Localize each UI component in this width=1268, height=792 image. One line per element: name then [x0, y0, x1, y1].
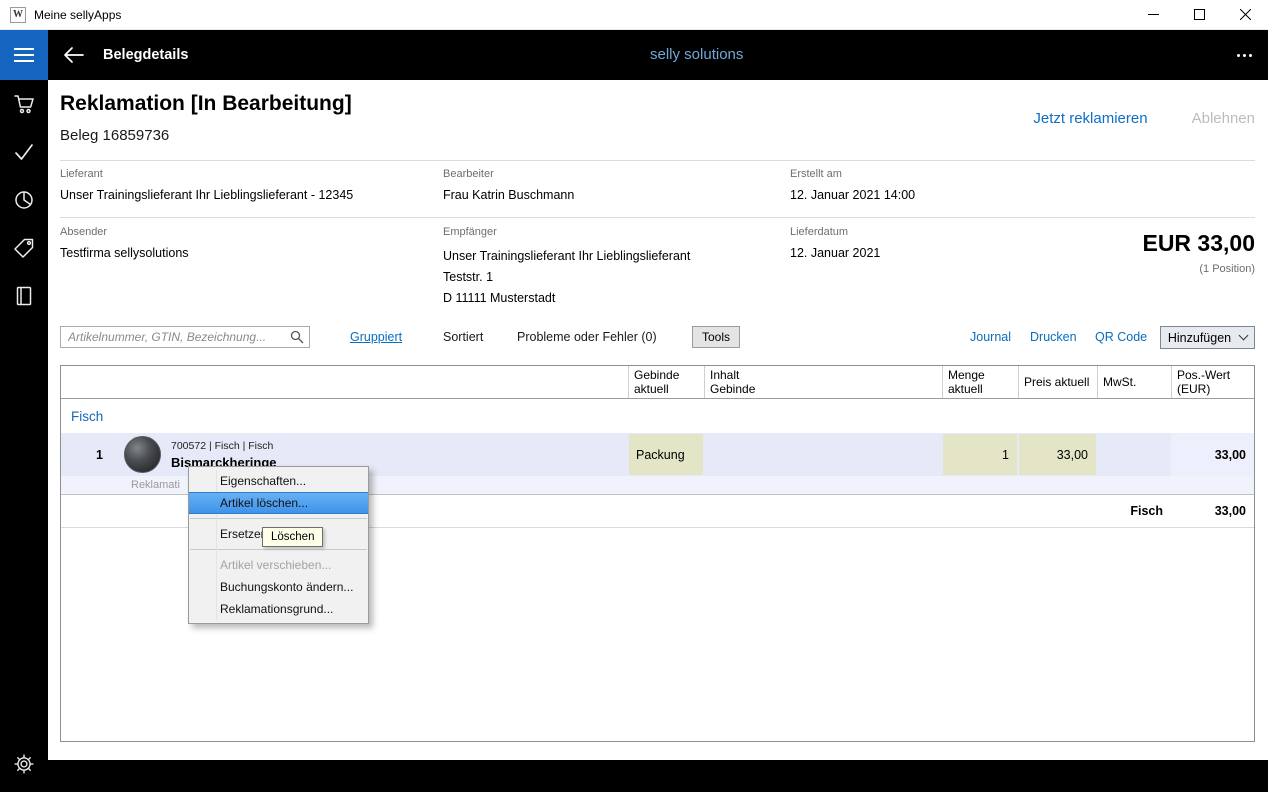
positions-toolbar: Gruppiert Sortiert Probleme oder Fehler … [60, 326, 1255, 352]
back-button[interactable] [56, 30, 90, 80]
settings-button[interactable] [0, 744, 48, 784]
summary-label: Fisch [1097, 495, 1171, 527]
check-icon [12, 140, 36, 164]
close-button[interactable] [1222, 0, 1268, 29]
menu-item-artikel-verschieben: Artikel verschieben... [189, 554, 368, 576]
hamburger-icon [14, 48, 34, 50]
reklamieren-button[interactable]: Jetzt reklamieren [1033, 110, 1147, 127]
search-icon[interactable] [290, 330, 304, 347]
more-icon [1237, 54, 1240, 57]
sidebar-item-cart[interactable] [0, 80, 48, 128]
reklamation-sub-text: Reklamati [131, 479, 180, 491]
gear-icon [13, 753, 35, 775]
search-input[interactable] [61, 327, 279, 347]
field-erstellt-am: Erstellt am 12. Januar 2021 14:00 [790, 168, 915, 202]
app-logo-icon: W [10, 7, 26, 23]
menu-item-reklamationsgrund[interactable]: Reklamationsgrund... [189, 598, 368, 620]
cart-icon [12, 92, 36, 116]
back-arrow-icon [62, 44, 84, 66]
document-number: Beleg 16859736 [60, 127, 169, 144]
cell-pos-wert: 33,00 [1171, 433, 1254, 476]
menu-separator [190, 549, 367, 550]
field-lieferdatum: Lieferdatum 12. Januar 2021 [790, 226, 880, 260]
tag-icon [12, 236, 36, 260]
col-inhalt: Inhalt Gebinde [704, 366, 942, 398]
ablehnen-button: Ablehnen [1192, 110, 1255, 127]
menu-item-buchungskonto[interactable]: Buchungskonto ändern... [189, 576, 368, 598]
brand-text: selly solutions [650, 30, 743, 80]
divider [60, 160, 1255, 161]
more-options-button[interactable] [1237, 30, 1252, 80]
col-index [61, 366, 116, 398]
article-meta: 700572 | Fisch | Fisch [171, 440, 277, 452]
window-controls [1130, 0, 1268, 29]
col-artikel [116, 366, 628, 398]
cell-gebinde[interactable]: Packung [629, 434, 703, 475]
nav-sidebar [0, 80, 48, 792]
cell-preis[interactable]: 33,00 [1019, 434, 1096, 475]
journal-link[interactable]: Journal [970, 330, 1011, 344]
gruppiert-toggle[interactable]: Gruppiert [350, 330, 402, 344]
window-title: Meine sellyApps [34, 8, 121, 22]
maximize-button[interactable] [1176, 0, 1222, 29]
field-empfaenger: Empfänger Unser Trainingslieferant Ihr L… [443, 226, 690, 309]
pie-chart-icon [12, 188, 36, 212]
field-lieferant: Lieferant Unser Trainingslieferant Ihr L… [60, 168, 353, 202]
sidebar-item-catalog[interactable] [0, 272, 48, 320]
cell-inhalt [704, 433, 942, 476]
tools-button[interactable]: Tools [692, 326, 740, 348]
sidebar-item-tasks[interactable] [0, 128, 48, 176]
menu-button[interactable] [0, 30, 48, 80]
table-header-row: Gebinde aktuell Inhalt Gebinde Menge akt… [61, 366, 1254, 399]
search-box [60, 326, 310, 348]
row-index: 1 [61, 433, 116, 476]
sortiert-toggle[interactable]: Sortiert [443, 330, 483, 344]
col-gebinde: Gebinde aktuell [628, 366, 704, 398]
total-amount: EUR 33,00 [1142, 230, 1255, 257]
main-content: Reklamation [In Bearbeitung] Beleg 16859… [48, 80, 1268, 760]
app-header: Belegdetails selly solutions [0, 30, 1268, 80]
col-pos-wert: Pos.-Wert (EUR) [1171, 366, 1254, 398]
window-titlebar: W Meine sellyApps [0, 0, 1268, 30]
sidebar-item-statistics[interactable] [0, 176, 48, 224]
drucken-link[interactable]: Drucken [1030, 330, 1077, 344]
cell-mwst [1097, 433, 1171, 476]
probleme-filter[interactable]: Probleme oder Fehler (0) [517, 330, 657, 344]
close-icon [1240, 9, 1251, 20]
menu-item-artikel-loeschen[interactable]: Artikel löschen... [189, 492, 368, 514]
col-menge: Menge aktuell [942, 366, 1018, 398]
summary-value: 33,00 [1171, 495, 1254, 527]
group-row-fisch: Fisch [61, 399, 1254, 433]
field-absender: Absender Testfirma sellysolutions [60, 226, 189, 260]
col-mwst: MwSt. [1097, 366, 1171, 398]
hinzufuegen-button[interactable]: Hinzufügen [1160, 326, 1255, 349]
total-positions: (1 Position) [1199, 263, 1255, 275]
catalog-icon [12, 284, 36, 308]
cell-menge[interactable]: 1 [943, 434, 1017, 475]
page-title: Belegdetails [103, 30, 188, 80]
menu-item-eigenschaften[interactable]: Eigenschaften... [189, 470, 368, 492]
menu-separator [190, 518, 367, 519]
divider [60, 217, 1255, 218]
qr-code-link[interactable]: QR Code [1095, 330, 1147, 344]
maximize-icon [1194, 9, 1205, 20]
sidebar-item-offers[interactable] [0, 224, 48, 272]
field-bearbeiter: Bearbeiter Frau Katrin Buschmann [443, 168, 574, 202]
tooltip-loeschen: Löschen [262, 527, 323, 547]
minimize-icon [1148, 9, 1159, 20]
bottom-bar [48, 760, 1268, 792]
document-title: Reklamation [In Bearbeitung] [60, 92, 352, 116]
minimize-button[interactable] [1130, 0, 1176, 29]
article-image [124, 436, 161, 473]
chevron-down-icon [1239, 331, 1249, 341]
document-actions: Jetzt reklamieren Ablehnen [1033, 110, 1255, 127]
col-preis: Preis aktuell [1018, 366, 1097, 398]
